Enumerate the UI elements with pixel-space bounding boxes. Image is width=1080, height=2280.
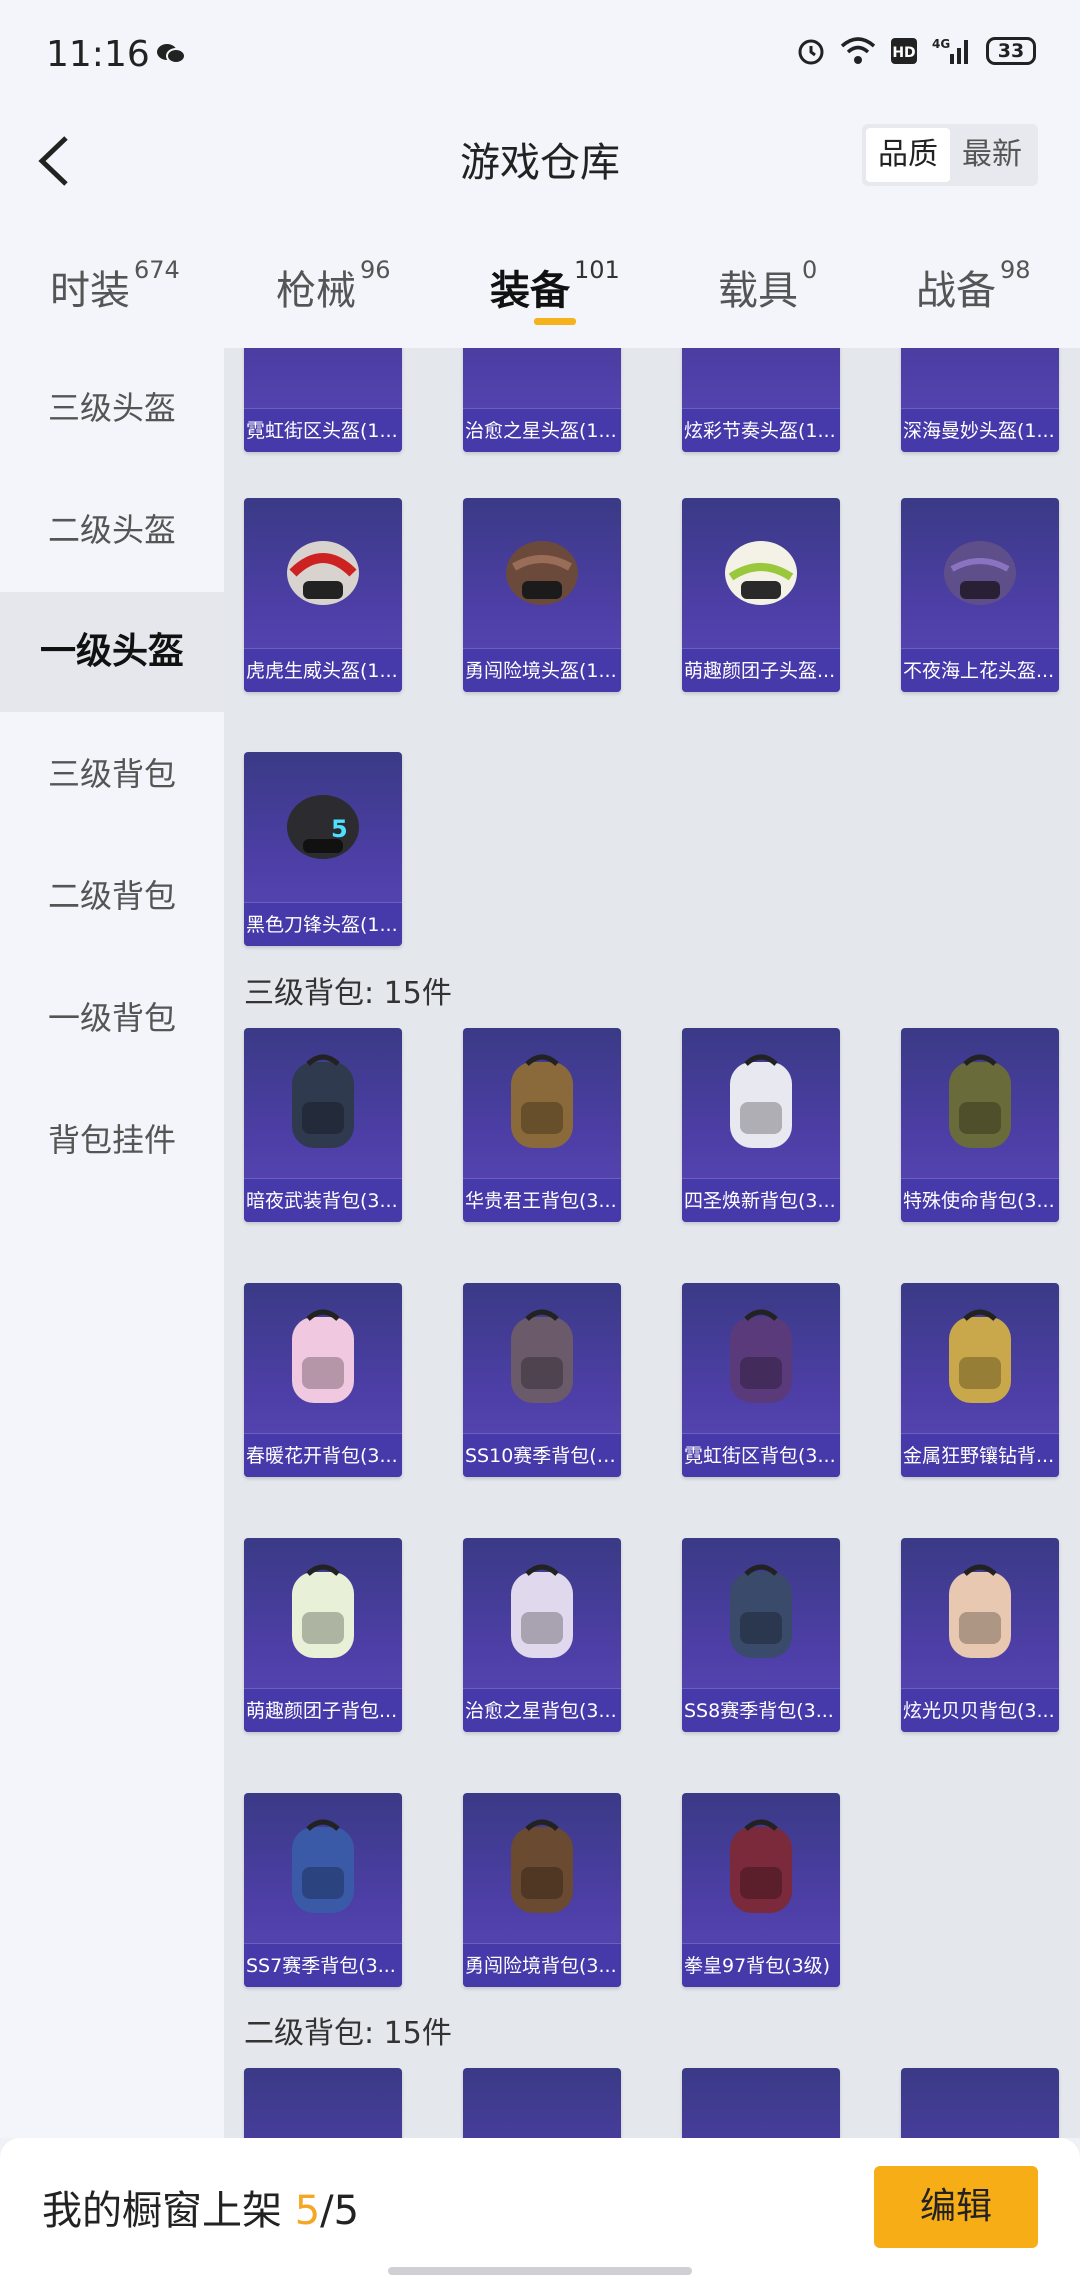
- item-card[interactable]: 虎虎生威头盔(1...: [244, 498, 402, 692]
- backpack-icon: [682, 1028, 840, 1178]
- helmet-icon: [244, 498, 402, 648]
- item-card[interactable]: 勇闯险境头盔(1...: [463, 498, 621, 692]
- backpack-icon: [682, 1283, 840, 1433]
- svg-text:4G: 4G: [932, 37, 950, 51]
- backpack-icon: [682, 2068, 840, 2138]
- backpack-icon: [244, 1793, 402, 1943]
- backpack-icon: [244, 1538, 402, 1688]
- wifi-icon: [840, 37, 876, 64]
- showcase-bar: 我的橱窗上架 5/5 编辑: [0, 2138, 1080, 2280]
- tab-guns[interactable]: 枪械 96: [276, 256, 391, 316]
- backpack-icon: [901, 2068, 1059, 2138]
- item-card[interactable]: 萌趣颜团子头盔...: [682, 498, 840, 692]
- battery-icon: 33: [986, 37, 1036, 65]
- item-card[interactable]: 春暖花开背包(3...: [244, 1283, 402, 1477]
- backpack-icon: [901, 1538, 1059, 1688]
- sidebar-item-helmet-1[interactable]: 一级头盔: [0, 592, 224, 712]
- backpack-icon: [682, 1793, 840, 1943]
- helmet-icon: [463, 498, 621, 648]
- helmet-icon: [463, 348, 621, 408]
- helmet-icon: 5: [244, 752, 402, 902]
- backpack-icon: [244, 1283, 402, 1433]
- backpack-icon: [463, 1793, 621, 1943]
- signal-icon: 4G: [932, 37, 968, 64]
- showcase-count: 我的橱窗上架 5/5: [42, 2188, 360, 2234]
- item-card[interactable]: [901, 2068, 1059, 2138]
- backpack-icon: [901, 1028, 1059, 1178]
- helmet-icon: [682, 498, 840, 648]
- edit-button[interactable]: 编辑: [874, 2166, 1038, 2248]
- item-card[interactable]: 暗夜武装背包(3...: [244, 1028, 402, 1222]
- category-tabs: 时装 674 枪械 96 装备 101 载具 0 战备 98: [0, 238, 1080, 348]
- backpack-icon: [682, 1538, 840, 1688]
- item-card[interactable]: SS8赛季背包(3...: [682, 1538, 840, 1732]
- tab-vehicles[interactable]: 载具 0: [718, 256, 817, 316]
- sort-newest-button[interactable]: 最新: [950, 128, 1034, 182]
- sort-quality-button[interactable]: 品质: [866, 128, 950, 182]
- item-card[interactable]: 霓虹街区背包(3...: [682, 1283, 840, 1477]
- item-card[interactable]: [244, 2068, 402, 2138]
- status-bar: 11:16 HD 4G 33: [0, 0, 1080, 110]
- item-card[interactable]: 炫彩节奏头盔(1...: [682, 348, 840, 452]
- backpack-icon: [463, 1283, 621, 1433]
- item-card[interactable]: 拳皇97背包(3级): [682, 1793, 840, 1987]
- status-time: 11:16: [46, 34, 150, 75]
- page-header: 游戏仓库 品质 最新: [0, 110, 1080, 238]
- item-card[interactable]: 治愈之星背包(3...: [463, 1538, 621, 1732]
- item-card[interactable]: 炫光贝贝背包(3...: [901, 1538, 1059, 1732]
- item-card[interactable]: SS10赛季背包(3...: [463, 1283, 621, 1477]
- item-card[interactable]: 特殊使命背包(3...: [901, 1028, 1059, 1222]
- sidebar-item-helmet-3[interactable]: 三级头盔: [0, 348, 224, 468]
- item-card[interactable]: 萌趣颜团子背包...: [244, 1538, 402, 1732]
- item-card[interactable]: 治愈之星头盔(1...: [463, 348, 621, 452]
- sidebar-item-backpack-pendant[interactable]: 背包挂件: [0, 1080, 224, 1200]
- sidebar-item-backpack-1[interactable]: 一级背包: [0, 958, 224, 1078]
- backpack-icon: [463, 1538, 621, 1688]
- helmet-icon: [901, 348, 1059, 408]
- svg-text:HD: HD: [892, 45, 915, 61]
- tab-fashion[interactable]: 时装 674: [50, 256, 180, 316]
- item-card[interactable]: 深海曼妙头盔(1...: [901, 348, 1059, 452]
- home-indicator[interactable]: [388, 2267, 692, 2275]
- sort-toggle: 品质 最新: [862, 124, 1038, 186]
- item-card[interactable]: 勇闯险境背包(3...: [463, 1793, 621, 1987]
- sidebar-item-backpack-3[interactable]: 三级背包: [0, 714, 224, 834]
- backpack-icon: [463, 2068, 621, 2138]
- tab-active-indicator: [534, 318, 576, 325]
- backpack-icon: [244, 1028, 402, 1178]
- item-card[interactable]: 华贵君王背包(3...: [463, 1028, 621, 1222]
- tab-equipment[interactable]: 装备 101: [490, 256, 620, 316]
- sidebar: 三级头盔 二级头盔 一级头盔 三级背包 二级背包 一级背包 背包挂件: [0, 348, 224, 2138]
- item-card[interactable]: SS7赛季背包(3...: [244, 1793, 402, 1987]
- wechat-icon: [157, 44, 186, 64]
- hd-icon: HD: [891, 38, 917, 64]
- item-card[interactable]: 霓虹街区头盔(1...: [244, 348, 402, 452]
- section-title-backpack-2: 二级背包: 15件: [244, 2016, 452, 2051]
- item-card[interactable]: 金属狂野镶钻背...: [901, 1283, 1059, 1477]
- helmet-icon: [244, 348, 402, 408]
- svg-text:5: 5: [331, 815, 348, 843]
- sidebar-item-helmet-2[interactable]: 二级头盔: [0, 470, 224, 590]
- helmet-icon: [682, 348, 840, 408]
- item-card[interactable]: [682, 2068, 840, 2138]
- item-card[interactable]: [463, 2068, 621, 2138]
- alarm-icon: [798, 39, 824, 65]
- backpack-icon: [901, 1283, 1059, 1433]
- backpack-icon: [244, 2068, 402, 2138]
- tab-gear[interactable]: 战备 98: [916, 256, 1031, 316]
- sidebar-item-backpack-2[interactable]: 二级背包: [0, 836, 224, 956]
- item-grid: 霓虹街区头盔(1... 治愈之星头盔(1... 炫彩节奏头盔(1... 深海曼妙…: [224, 348, 1080, 2138]
- backpack-icon: [463, 1028, 621, 1178]
- helmet-icon: [901, 498, 1059, 648]
- section-title-backpack-3: 三级背包: 15件: [244, 976, 452, 1011]
- item-card[interactable]: 5 黑色刀锋头盔(1...: [244, 752, 402, 946]
- item-card[interactable]: 四圣焕新背包(3...: [682, 1028, 840, 1222]
- item-card[interactable]: 不夜海上花头盔...: [901, 498, 1059, 692]
